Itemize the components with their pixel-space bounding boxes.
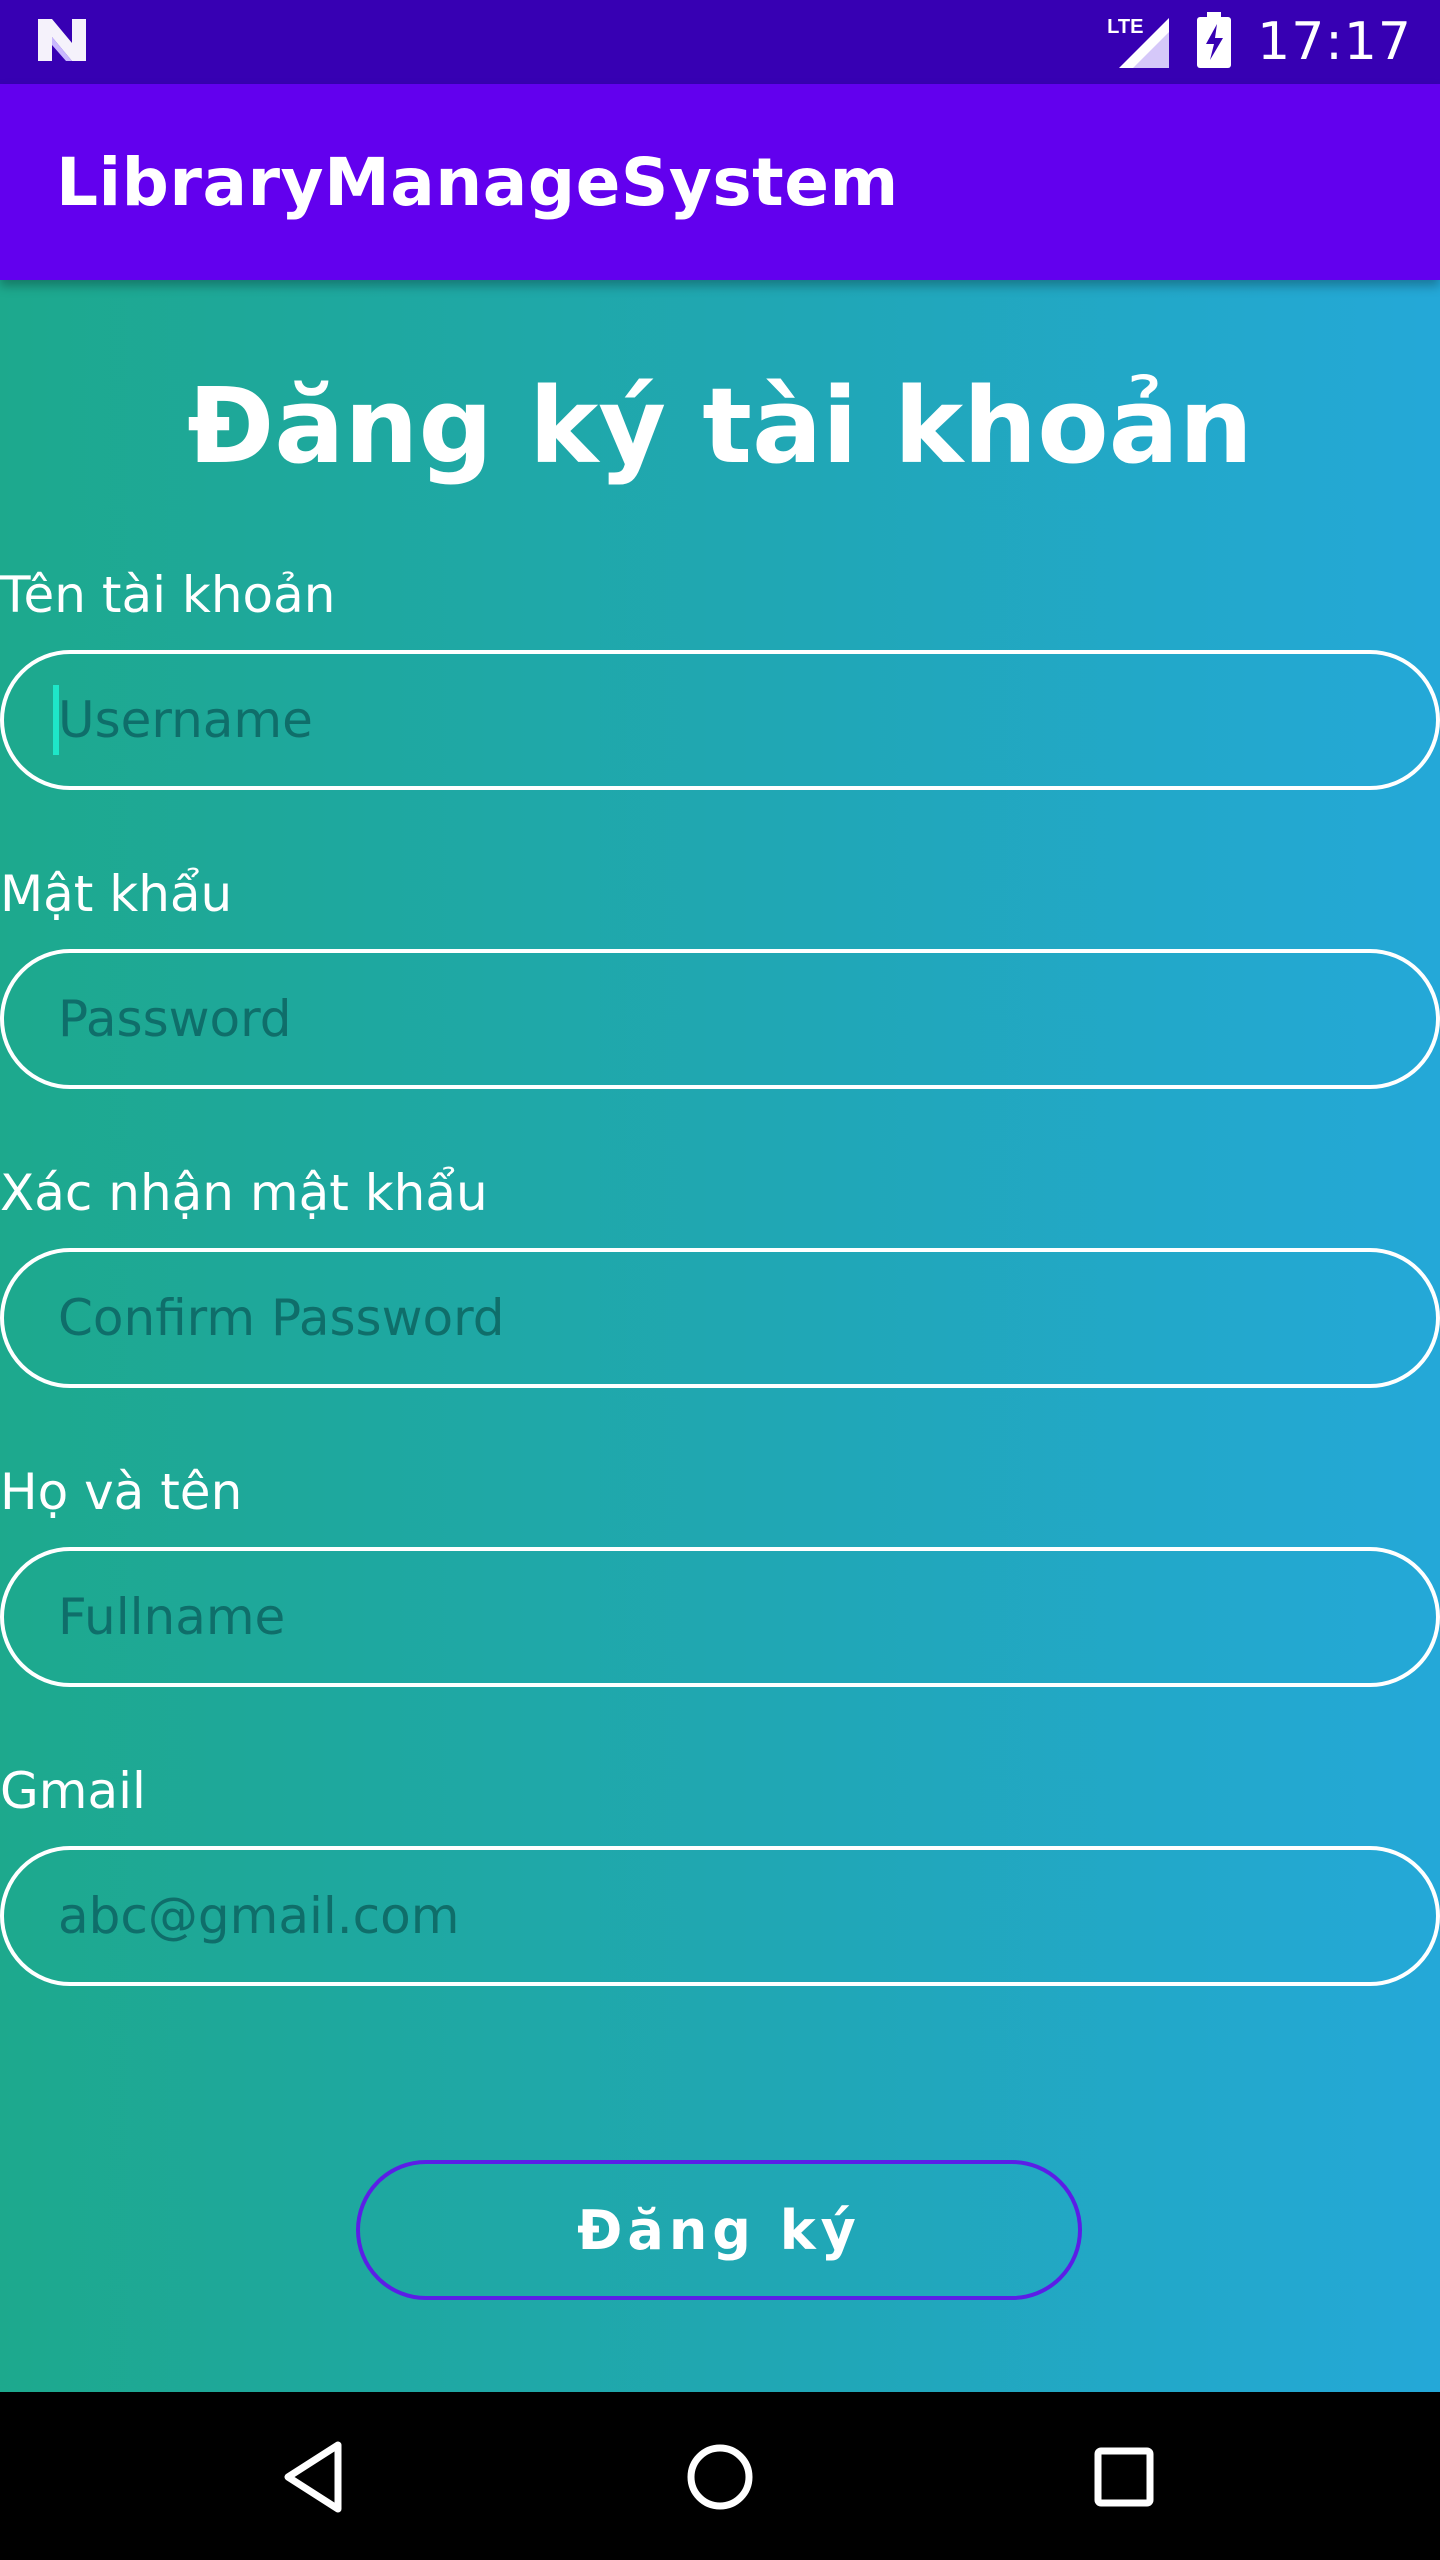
register-form: Đăng ký tài khoản Tên tài khoản Mật khẩu… <box>0 280 1440 2392</box>
back-icon[interactable] <box>270 2432 360 2522</box>
app-title: LibraryManageSystem <box>56 143 899 221</box>
status-bar: LTE 17:17 <box>0 0 1440 84</box>
status-time: 17:17 <box>1257 12 1412 72</box>
navigation-bar <box>0 2392 1440 2560</box>
text-cursor <box>53 685 59 755</box>
page-title: Đăng ký tài khoản <box>187 365 1253 487</box>
password-input[interactable] <box>0 949 1440 1089</box>
home-icon[interactable] <box>675 2432 765 2522</box>
password-label: Mật khẩu <box>0 865 233 923</box>
recents-icon[interactable] <box>1079 2432 1169 2522</box>
status-right: LTE 17:17 <box>1107 11 1412 73</box>
android-n-icon <box>36 17 88 68</box>
gmail-label: Gmail <box>0 1762 146 1820</box>
battery-charging-icon <box>1197 11 1232 73</box>
username-input[interactable] <box>0 650 1440 790</box>
lte-signal-icon: LTE <box>1107 14 1171 70</box>
confirm-password-label: Xác nhận mật khẩu <box>0 1164 488 1222</box>
gmail-input[interactable] <box>0 1846 1440 1986</box>
fullname-label: Họ và tên <box>0 1463 243 1521</box>
register-button[interactable]: Đăng ký <box>356 2160 1082 2300</box>
app-bar: LibraryManageSystem <box>0 84 1440 280</box>
username-label: Tên tài khoản <box>0 566 336 624</box>
confirm-password-input[interactable] <box>0 1248 1440 1388</box>
fullname-input[interactable] <box>0 1547 1440 1687</box>
status-left <box>36 17 88 68</box>
